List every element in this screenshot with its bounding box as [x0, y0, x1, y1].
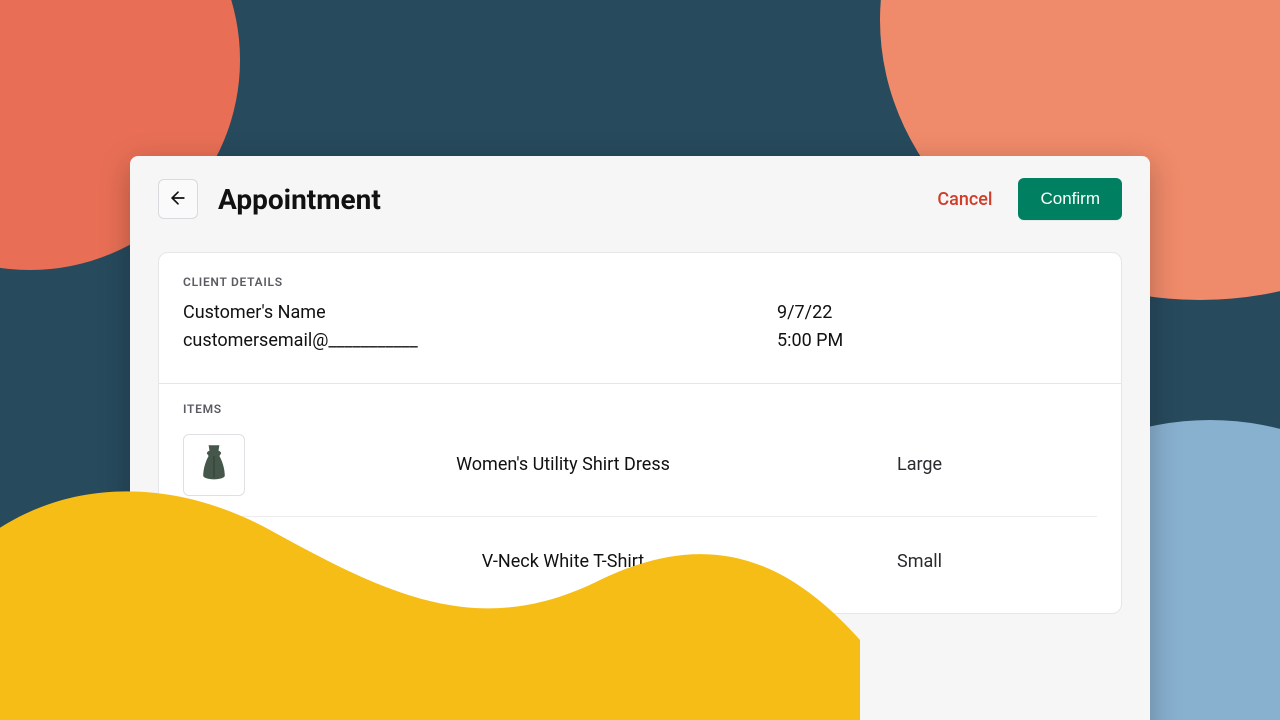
client-email: customersemail@___________ — [183, 327, 777, 355]
back-button[interactable] — [158, 179, 198, 219]
appointment-panel: Appointment Cancel Confirm CLIENT DETAIL… — [130, 156, 1150, 720]
client-schedule: 9/7/22 5:00 PM — [777, 299, 1097, 355]
client-details-section: CLIENT DETAILS Customer's Name customers… — [159, 253, 1121, 383]
item-size: Small — [897, 551, 1097, 572]
item-name: V-Neck White T-Shirt — [269, 551, 897, 572]
cancel-button[interactable]: Cancel — [937, 189, 992, 210]
page-title: Appointment — [218, 183, 937, 216]
items-section: ITEMS Women's Utility Shirt Dress Large — [159, 384, 1121, 613]
items-label: ITEMS — [183, 402, 1097, 416]
dress-icon — [191, 442, 237, 488]
item-row: V-Neck White T-Shirt Small — [183, 517, 1097, 613]
item-size: Large — [897, 454, 1097, 475]
item-thumbnail — [183, 434, 245, 496]
client-name: Customer's Name — [183, 299, 777, 327]
item-thumbnail — [183, 531, 245, 593]
appointment-date: 9/7/22 — [777, 299, 1097, 327]
client-details-row: Customer's Name customersemail@_________… — [183, 299, 1097, 355]
details-card: CLIENT DETAILS Customer's Name customers… — [158, 252, 1122, 614]
client-identity: Customer's Name customersemail@_________… — [183, 299, 777, 355]
arrow-left-icon — [168, 188, 188, 211]
panel-header: Appointment Cancel Confirm — [130, 156, 1150, 240]
client-details-label: CLIENT DETAILS — [183, 275, 1097, 289]
confirm-button[interactable]: Confirm — [1018, 178, 1122, 220]
item-row: Women's Utility Shirt Dress Large — [183, 428, 1097, 517]
stage: Appointment Cancel Confirm CLIENT DETAIL… — [0, 0, 1280, 720]
tshirt-icon — [188, 536, 240, 588]
item-name: Women's Utility Shirt Dress — [269, 454, 897, 475]
appointment-time: 5:00 PM — [777, 327, 1097, 355]
